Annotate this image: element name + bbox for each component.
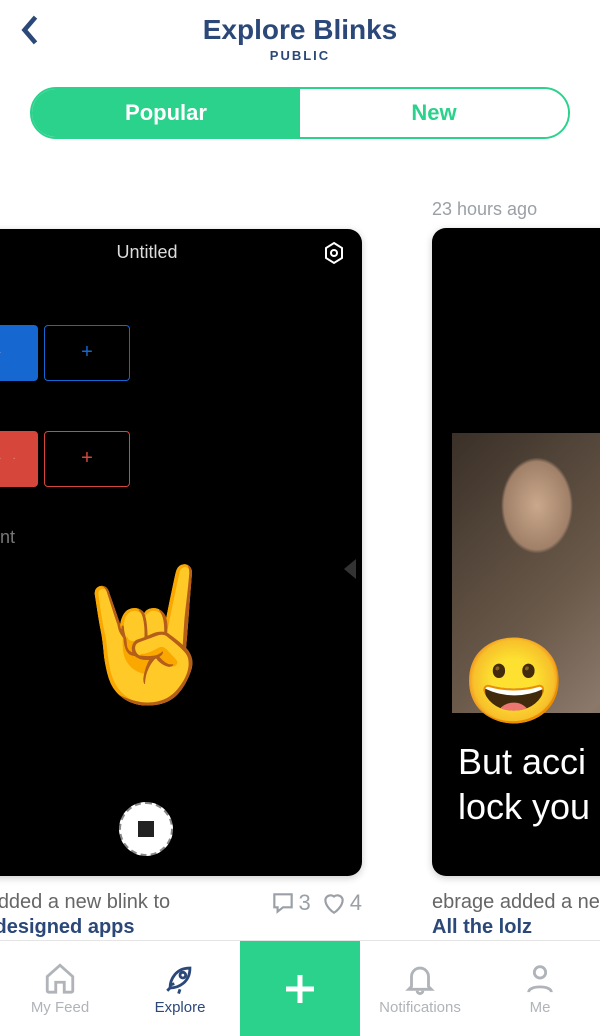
card-title: Untitled (116, 242, 177, 263)
sound-cell[interactable]: · · (0, 325, 38, 381)
track-row-puppy: · · · · · · · · · + (0, 431, 362, 489)
nav-create[interactable] (240, 941, 360, 1036)
tab-new[interactable]: New (300, 89, 568, 137)
nav-my-feed[interactable]: My Feed (0, 941, 120, 1036)
back-button[interactable] (10, 10, 50, 50)
footer-text: lexisp added a new blink to (0, 891, 170, 913)
meme-image: 😀 (452, 433, 600, 713)
collapse-arrow-icon[interactable] (344, 559, 356, 579)
segmented-control: Popular New (0, 69, 600, 139)
chevron-left-icon (19, 13, 41, 47)
footer-text: ebrage added a ne (432, 891, 600, 913)
instrument-label: Instrument (0, 527, 362, 548)
header: Explore Blinks PUBLIC (0, 0, 600, 69)
add-cell[interactable]: + (44, 431, 130, 487)
bottom-nav: My Feed Explore Notifications Me (0, 940, 600, 1036)
feed-item: 23 hours ago When y ta scre 😀 But acci l… (432, 199, 600, 940)
blink-card[interactable]: When y ta scre 😀 But acci lock you (432, 228, 600, 876)
nav-notifications[interactable]: Notifications (360, 941, 480, 1036)
blink-card[interactable]: Untitled Dust · · · · · · + Puppy · · · … (0, 229, 362, 877)
nav-me[interactable]: Me (480, 941, 600, 1036)
comment-icon (270, 890, 296, 916)
nav-label: Me (530, 999, 551, 1016)
page-subtitle: PUBLIC (0, 48, 600, 63)
stop-button[interactable] (119, 802, 173, 856)
stop-icon (138, 821, 154, 837)
track-label-puppy: Puppy (0, 383, 362, 431)
plus-icon (278, 967, 322, 1011)
meme-text-line: lock you (458, 786, 590, 827)
add-cell[interactable]: + (44, 325, 130, 381)
like-button[interactable]: 4 (321, 890, 362, 916)
collection-link[interactable]: Nicely designed apps (0, 916, 135, 938)
collection-link[interactable]: All the lolz (432, 916, 532, 938)
rocket-icon (163, 961, 197, 995)
comment-button[interactable]: 3 (270, 890, 311, 916)
heart-icon (321, 890, 347, 916)
user-icon (523, 961, 557, 995)
card-footer: lexisp added a new blink to Nicely desig… (0, 890, 362, 940)
comment-count: 3 (299, 890, 311, 916)
nav-label: Explore (155, 999, 206, 1016)
like-count: 4 (350, 890, 362, 916)
feed-item: Untitled Dust · · · · · · + Puppy · · · … (0, 199, 362, 940)
meme-text-line: But acci (458, 741, 586, 782)
gear-icon (322, 241, 346, 265)
card-footer: ebrage added a ne All the lolz (432, 890, 600, 940)
feed-scroll[interactable]: Untitled Dust · · · · · · + Puppy · · · … (0, 139, 600, 940)
grin-emoji-icon: 😀 (462, 639, 567, 723)
bell-icon (403, 961, 437, 995)
track-row-dust: · · · · · · + (0, 325, 362, 383)
nav-explore[interactable]: Explore (120, 941, 240, 1036)
timestamp: 23 hours ago (432, 199, 600, 224)
page-title: Explore Blinks (0, 14, 600, 46)
tab-popular[interactable]: Popular (32, 89, 300, 137)
home-icon (43, 961, 77, 995)
nav-label: My Feed (31, 999, 89, 1016)
nav-label: Notifications (379, 999, 461, 1016)
sound-cell[interactable]: · · · · (0, 431, 38, 487)
track-label-dust: Dust (0, 277, 362, 325)
rock-hand-emoji: 🤘 (0, 558, 362, 711)
